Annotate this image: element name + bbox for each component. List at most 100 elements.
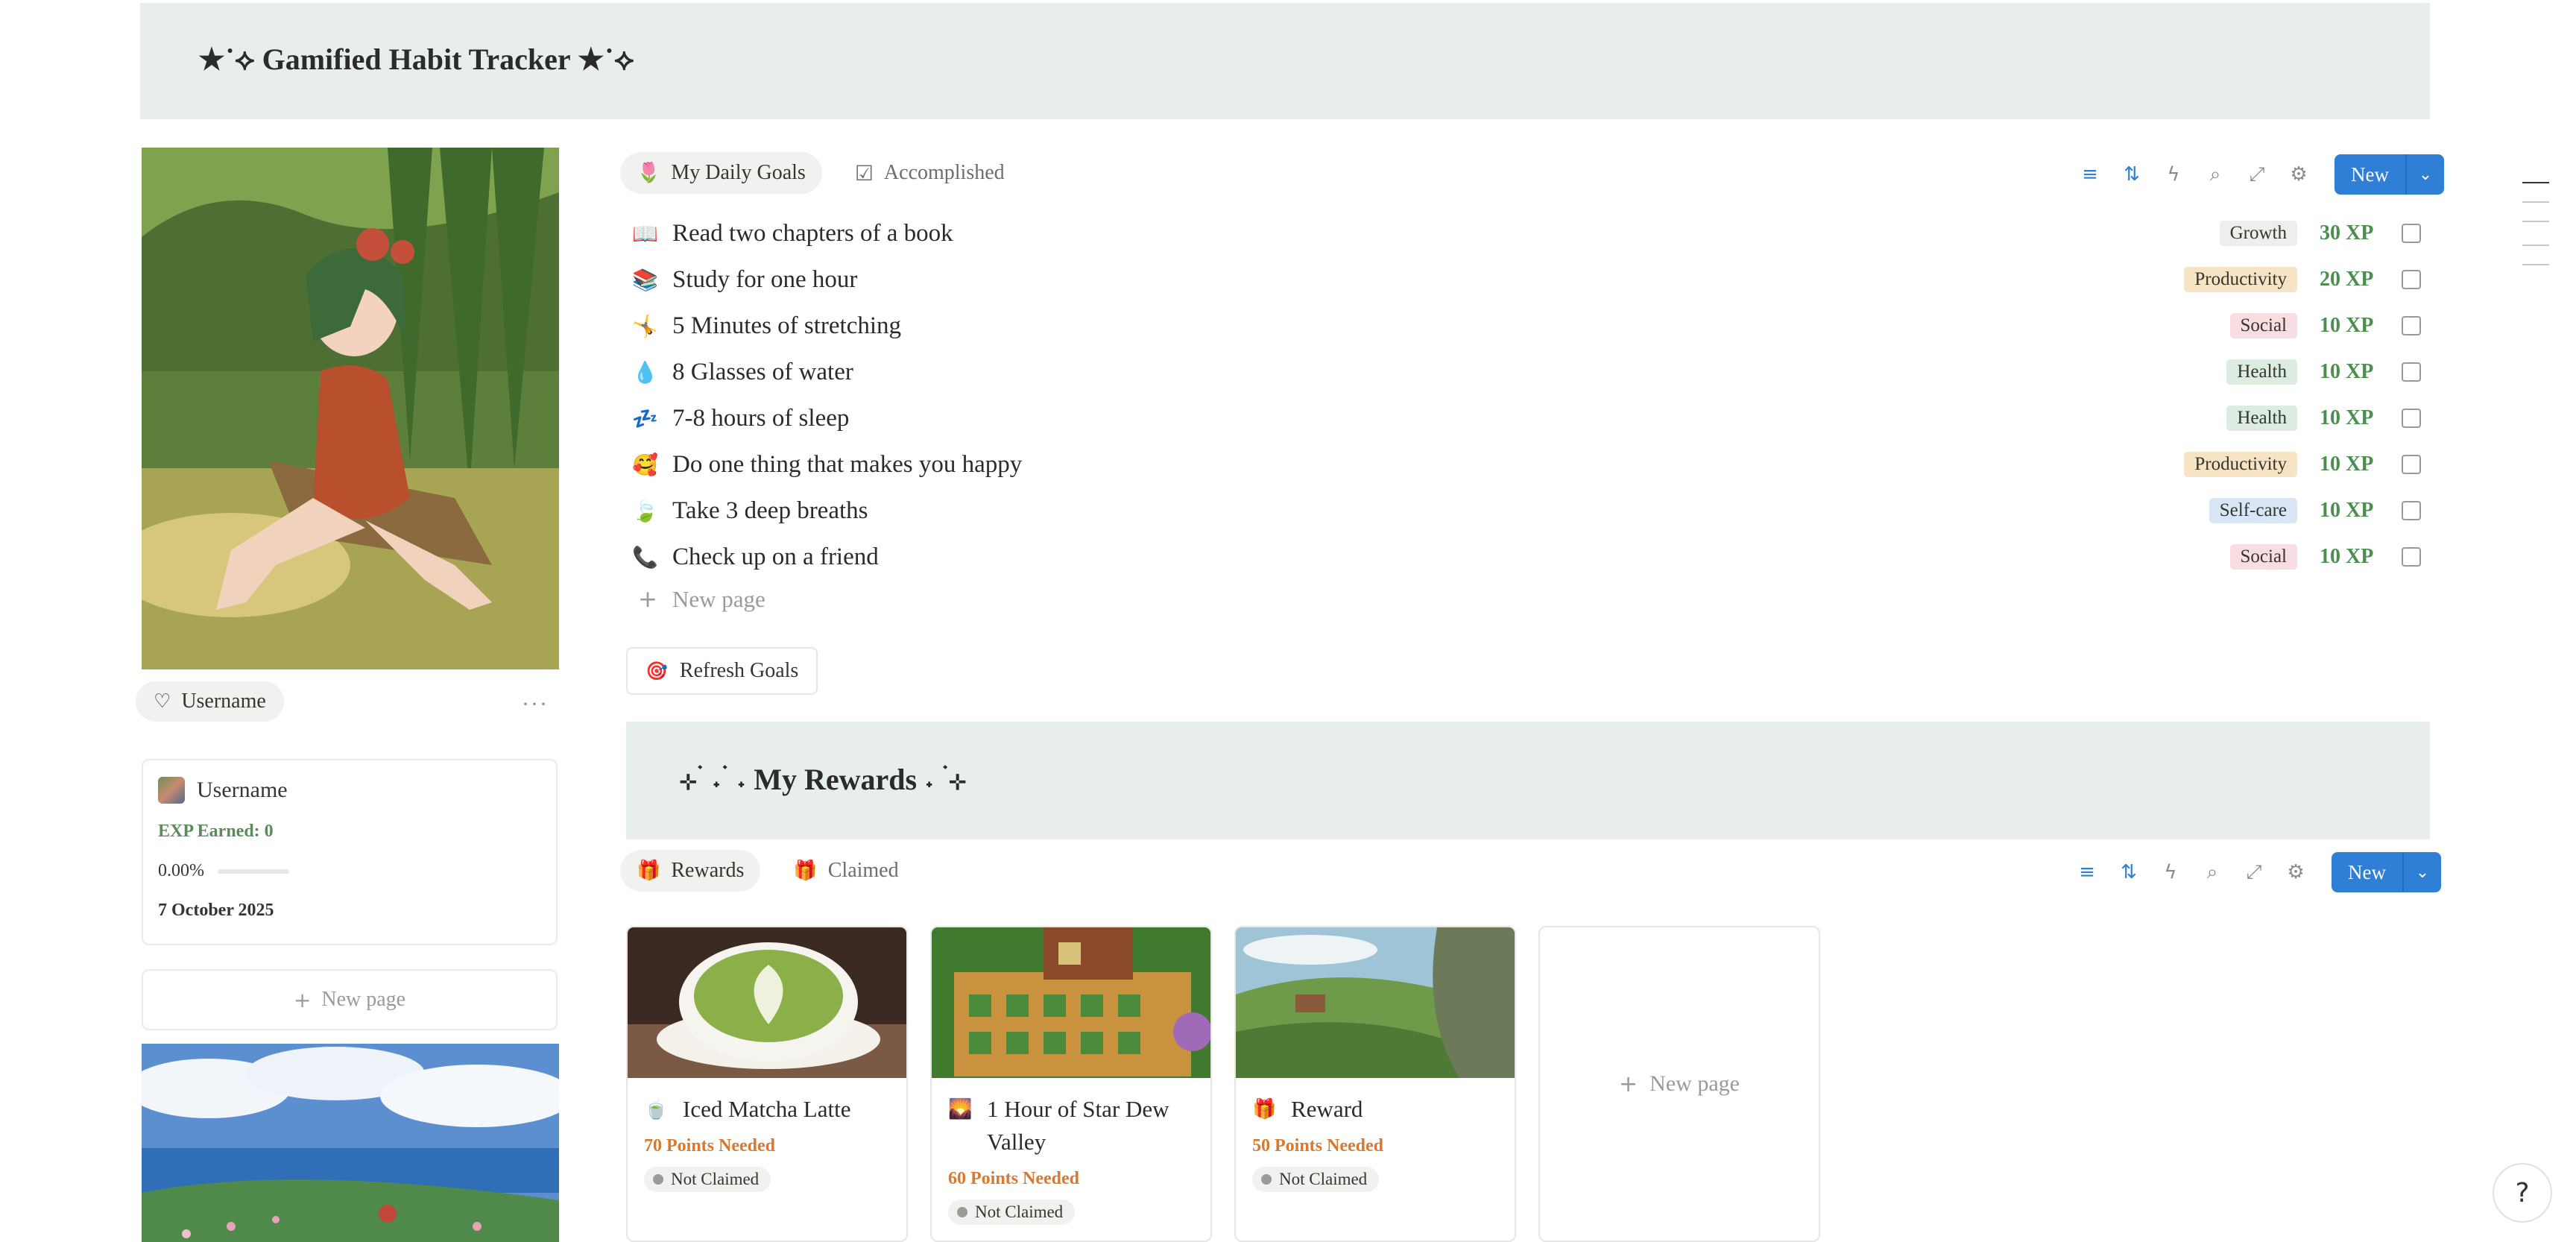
sort-icon[interactable]: ⇅ [2108, 851, 2150, 893]
goal-title[interactable]: Read two chapters of a book [672, 220, 2220, 248]
reward-card[interactable]: 🍵 Iced Matcha Latte 70 Points Needed Not … [626, 926, 908, 1242]
help-icon[interactable]: ? [2493, 1163, 2552, 1223]
toc-line[interactable] [2522, 264, 2549, 265]
filter-icon[interactable]: ≡ [2069, 154, 2111, 195]
exp-earned: EXP Earned: 0 [158, 822, 274, 841]
done-checkbox[interactable] [2402, 547, 2421, 567]
xp-value: 10 XP [2320, 406, 2374, 429]
valley-landscape-image [1236, 927, 1515, 1078]
reward-card[interactable]: 🎁 Reward 50 Points Needed Not Claimed [1234, 926, 1516, 1242]
rewards-new-page-card[interactable]: + New page [1538, 926, 1820, 1242]
goal-icon: 🥰 [632, 452, 658, 477]
goal-row[interactable]: 📖 Read two chapters of a book Growth 30 XP [632, 210, 2421, 256]
matcha-latte-image [628, 927, 906, 1078]
page-header-banner: ★˙⟡ Gamified Habit Tracker ★˙⟡ [140, 3, 2430, 119]
category-tag: Social [2229, 544, 2297, 570]
chevron-down-icon[interactable]: ⌄ [2402, 852, 2441, 892]
filter-icon[interactable]: ≡ [2066, 851, 2108, 893]
done-checkbox[interactable] [2402, 362, 2421, 382]
goal-icon: 💧 [632, 359, 658, 385]
tab-accomplished[interactable]: ☑ Accomplished [839, 152, 1021, 194]
chevron-down-icon[interactable]: ⌄ [2405, 154, 2444, 195]
new-page-button[interactable]: + New page [142, 969, 558, 1030]
category-tag: Health [2226, 359, 2297, 385]
stardew-valley-image [932, 927, 1210, 1078]
category-tag: Self-care [2209, 498, 2297, 523]
goal-icon: 📚 [632, 267, 658, 292]
new-reward-button[interactable]: New ⌄ [2332, 852, 2441, 892]
goal-icon: 💤 [632, 406, 658, 431]
automation-icon[interactable]: ϟ [2153, 154, 2194, 195]
search-icon[interactable]: ⌕ [2194, 154, 2236, 195]
rewards-view-tabs: 🎁 Rewards 🎁 Claimed [620, 850, 915, 892]
goal-title[interactable]: Check up on a friend [672, 543, 2230, 571]
goal-icon: 🤸 [632, 313, 658, 338]
status-badge: Not Claimed [948, 1200, 1076, 1225]
settings-icon[interactable]: ⚙ [2278, 154, 2320, 195]
category-tag: Growth [2219, 221, 2297, 246]
user-card-date: 7 October 2025 [158, 901, 274, 920]
progress-bar [218, 869, 289, 874]
goal-title[interactable]: Do one thing that makes you happy [672, 451, 2184, 479]
status-dot [653, 1174, 663, 1185]
points-needed: 70 Points Needed [644, 1136, 775, 1156]
goal-row[interactable]: 📚 Study for one hour Productivity 20 XP [632, 256, 2421, 303]
avatar [158, 777, 185, 804]
sort-icon[interactable]: ⇅ [2111, 154, 2153, 195]
refresh-goals-button[interactable]: 🎯 Refresh Goals [626, 647, 818, 695]
goal-row[interactable]: 📞 Check up on a friend Social 10 XP [632, 534, 2421, 580]
more-options-icon[interactable]: ··· [522, 692, 549, 717]
tab-rewards[interactable]: 🎁 Rewards [620, 850, 761, 892]
goal-row[interactable]: 💧 8 Glasses of water Health 10 XP [632, 349, 2421, 395]
done-checkbox[interactable] [2402, 224, 2421, 243]
plus-icon: + [1619, 1071, 1638, 1097]
goal-title[interactable]: 7-8 hours of sleep [672, 405, 2226, 432]
expand-icon[interactable]: ⤢ [2236, 154, 2278, 195]
toc-line[interactable] [2522, 245, 2549, 246]
done-checkbox[interactable] [2402, 455, 2421, 474]
reward-title: Iced Matcha Latte [683, 1096, 851, 1122]
xp-value: 10 XP [2320, 453, 2374, 476]
toc-line[interactable] [2522, 221, 2549, 222]
goal-title[interactable]: 8 Glasses of water [672, 359, 2226, 386]
tab-my-daily-goals[interactable]: 🌷 My Daily Goals [620, 152, 822, 194]
landscape-cover-image[interactable] [142, 1044, 559, 1242]
goal-icon: 📞 [632, 544, 658, 570]
user-card-name: Username [197, 778, 288, 802]
settings-icon[interactable]: ⚙ [2275, 851, 2317, 893]
user-stats-card[interactable]: Username EXP Earned: 0 0.00% 7 October 2… [142, 759, 558, 945]
done-checkbox[interactable] [2402, 501, 2421, 520]
new-goal-button[interactable]: New ⌄ [2334, 154, 2444, 195]
toc-line[interactable] [2522, 201, 2549, 203]
tab-claimed[interactable]: 🎁 Claimed [777, 850, 915, 892]
goal-row[interactable]: 💤 7-8 hours of sleep Health 10 XP [632, 395, 2421, 441]
goal-row[interactable]: 🤸 5 Minutes of stretching Social 10 XP [632, 303, 2421, 349]
rewards-title: ⊹ ࣪ ˖ ࣪ ˖ My Rewards ˖ ࣪ ⊹ [680, 763, 966, 796]
reward-title: Reward [1291, 1096, 1363, 1122]
reward-card[interactable]: 🌄 1 Hour of Star Dew Valley 60 Points Nee… [930, 926, 1212, 1242]
new-button-label: New [2348, 860, 2386, 883]
goals-new-page-button[interactable]: + New page [638, 586, 765, 613]
done-checkbox[interactable] [2402, 409, 2421, 428]
xp-value: 10 XP [2320, 360, 2374, 383]
goals-toolbar: ≡ ⇅ ϟ ⌕ ⤢ ⚙ New ⌄ [2069, 154, 2444, 195]
xp-value: 10 XP [2320, 499, 2374, 522]
toc-line[interactable] [2522, 182, 2549, 183]
goals-view-tabs: 🌷 My Daily Goals ☑ Accomplished [620, 152, 1021, 194]
goal-title[interactable]: Take 3 deep breaths [672, 497, 2209, 525]
goal-title[interactable]: 5 Minutes of stretching [672, 312, 2230, 340]
goal-title[interactable]: Study for one hour [672, 266, 2184, 294]
rewards-header-banner: ⊹ ࣪ ˖ ࣪ ˖ My Rewards ˖ ࣪ ⊹ [626, 722, 2430, 839]
done-checkbox[interactable] [2402, 316, 2421, 335]
goal-row[interactable]: 🥰 Do one thing that makes you happy Produc… [632, 441, 2421, 488]
matcha-icon: 🍵 [644, 1098, 669, 1120]
username-chip[interactable]: ♡ Username [136, 681, 284, 722]
search-icon[interactable]: ⌕ [2191, 851, 2233, 893]
tab-label: Accomplished [883, 161, 1005, 184]
goal-row[interactable]: 🍃 Take 3 deep breaths Self-care 10 XP [632, 488, 2421, 534]
done-checkbox[interactable] [2402, 270, 2421, 289]
status-label: Not Claimed [671, 1170, 760, 1188]
anime-girl-cover-image[interactable] [142, 148, 559, 669]
automation-icon[interactable]: ϟ [2150, 851, 2191, 893]
expand-icon[interactable]: ⤢ [2233, 851, 2275, 893]
